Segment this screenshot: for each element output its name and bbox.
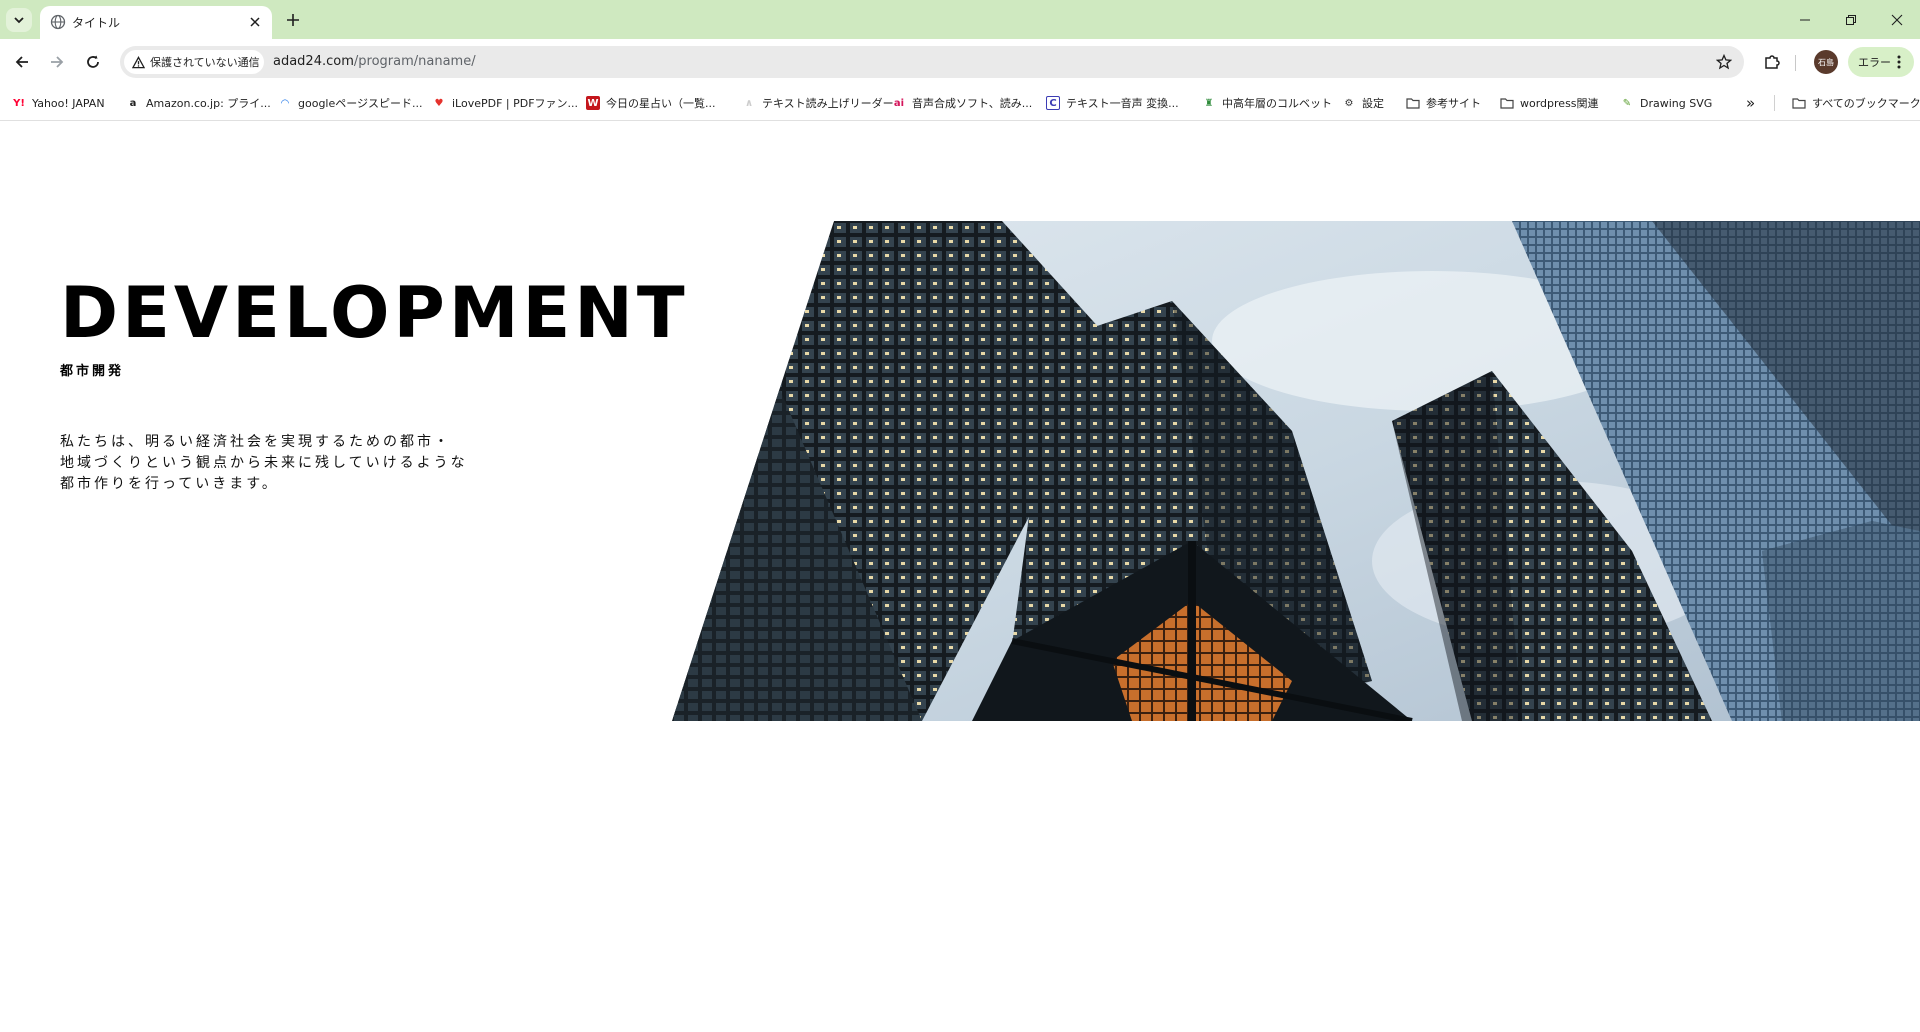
bookmark-item[interactable]: a Amazon.co.jp: プライ... [126, 93, 271, 113]
bookmark-folder[interactable]: wordpress関連 [1500, 93, 1599, 113]
gear-icon: ⚙ [1344, 97, 1354, 109]
bookmark-item[interactable]: ✎ Drawing SVG [1620, 93, 1712, 113]
bookmark-item[interactable]: ∧ テキスト読み上げリーダー [742, 93, 894, 113]
description-line: 私たちは、明るい経済社会を実現するための都市・ [60, 434, 451, 450]
url-host: adad24.com [273, 54, 354, 69]
fortune-icon: W [586, 96, 600, 110]
bookmark-item[interactable]: ◠ googleページスピード... [278, 93, 423, 113]
toolbar-divider [1795, 55, 1796, 71]
heart-icon: ♥ [434, 97, 444, 109]
new-tab-button[interactable] [282, 9, 304, 31]
profile-avatar[interactable]: 石島 [1814, 50, 1838, 74]
address-bar[interactable]: 保護されていない通信 adad24.com/program/naname/ [120, 46, 1744, 78]
minimize-button[interactable] [1782, 0, 1828, 39]
bookmark-label: 参考サイト [1426, 97, 1481, 110]
bookmarks-bar: Y! Yahoo! JAPAN a Amazon.co.jp: プライ... ◠… [0, 85, 1920, 121]
puzzle-icon [1765, 55, 1780, 69]
warning-icon [132, 55, 145, 68]
url-path: /program/naname/ [353, 54, 476, 69]
close-icon [250, 17, 260, 27]
bookmark-star-button[interactable] [1714, 52, 1734, 72]
back-button[interactable] [10, 50, 34, 74]
bookmark-item[interactable]: ♥ iLovePDF | PDFファン... [432, 93, 579, 113]
extensions-button[interactable] [1760, 50, 1784, 74]
window-close-button[interactable] [1874, 0, 1920, 39]
tab-close-button[interactable] [246, 13, 264, 31]
restore-icon [1846, 14, 1856, 25]
minimize-icon [1800, 19, 1810, 20]
arrow-left-icon [15, 56, 28, 68]
bookmark-item[interactable]: ⚙ 設定 [1342, 93, 1384, 113]
bookmark-item[interactable]: W 今日の星占い（一覧... [586, 93, 716, 113]
page-subtitle: 都市開発 [60, 364, 125, 379]
bookmark-label: googleページスピード... [298, 97, 423, 110]
page-description: 私たちは、明るい経済社会を実現するための都市・ 地域づくりという観点から未来に残… [60, 432, 530, 495]
bookmark-item[interactable]: ♜ 中高年層のコルベット [1202, 93, 1332, 113]
forward-button[interactable] [45, 50, 69, 74]
plus-icon [287, 14, 299, 26]
bookmark-label: 中高年層のコルベット [1222, 97, 1332, 110]
pagespeed-icon: ◠ [281, 97, 289, 109]
bookmark-label: 今日の星占い（一覧... [606, 97, 716, 110]
reload-icon [87, 55, 99, 68]
description-line: 地域づくりという観点から未来に残していけるような [60, 455, 468, 471]
skyscraper-hero-image [672, 221, 1920, 721]
security-label: 保護されていない通信 [150, 56, 260, 69]
bookmark-label: Drawing SVG [1640, 96, 1713, 110]
bookmark-label: テキスト読み上げリーダー [762, 97, 894, 110]
url-text[interactable]: adad24.com/program/naname/ [273, 54, 476, 69]
folder-icon [1792, 98, 1806, 109]
bookmarks-overflow-button[interactable]: » [1746, 93, 1755, 113]
description-line: 都市作りを行っていきます。 [60, 476, 279, 492]
star-icon [1716, 54, 1732, 70]
ai-voice-icon: ai [893, 97, 905, 109]
amazon-icon: a [129, 97, 137, 109]
corvette-icon: ♜ [1204, 97, 1214, 109]
chevron-down-icon [14, 17, 24, 24]
globe-icon [50, 14, 66, 30]
more-vertical-icon [1897, 55, 1901, 69]
all-bookmarks-label: すべてのブックマーク [1812, 97, 1920, 110]
page-title: DEVELOPMENT [60, 272, 689, 354]
bookmark-label: 設定 [1362, 97, 1384, 110]
error-chip-label: エラー [1858, 56, 1891, 69]
tab-title: タイトル [72, 16, 121, 30]
bookmark-folder[interactable]: 参考サイト [1406, 93, 1481, 113]
bookmark-item[interactable]: C テキスト一音声 変換... [1046, 93, 1179, 113]
bookmark-item[interactable]: Y! Yahoo! JAPAN [12, 93, 105, 113]
yahoo-icon: Y! [13, 97, 25, 109]
tab-strip: タイトル [0, 0, 1920, 39]
reader-icon: ∧ [744, 97, 754, 109]
bookmark-label: テキスト一音声 変換... [1066, 97, 1179, 110]
restore-button[interactable] [1828, 0, 1874, 39]
close-icon [1891, 14, 1903, 25]
security-chip[interactable]: 保護されていない通信 [124, 50, 264, 74]
folder-icon [1500, 98, 1514, 109]
bookmark-label: wordpress関連 [1520, 97, 1599, 110]
bookmark-item[interactable]: ai 音声合成ソフト、読み... [892, 93, 1032, 113]
error-chip-button[interactable]: エラー [1848, 47, 1914, 77]
all-bookmarks-button[interactable]: すべてのブックマーク [1792, 93, 1920, 113]
browser-tab[interactable]: タイトル [40, 6, 272, 39]
folder-icon [1406, 98, 1420, 109]
bookmarks-divider [1774, 95, 1775, 111]
bookmark-label: Yahoo! JAPAN [32, 96, 105, 110]
browser-toolbar: 保護されていない通信 adad24.com/program/naname/ 石島… [0, 39, 1920, 85]
pen-icon: ✎ [1622, 97, 1632, 109]
arrow-right-icon [51, 56, 64, 68]
bookmark-label: Amazon.co.jp: プライ... [146, 97, 271, 110]
tab-search-button[interactable] [6, 8, 32, 32]
text-speech-icon: C [1046, 96, 1060, 110]
bookmark-label: iLovePDF | PDFファン... [452, 97, 579, 110]
bookmark-label: 音声合成ソフト、読み... [912, 97, 1033, 110]
reload-button[interactable] [81, 50, 105, 74]
